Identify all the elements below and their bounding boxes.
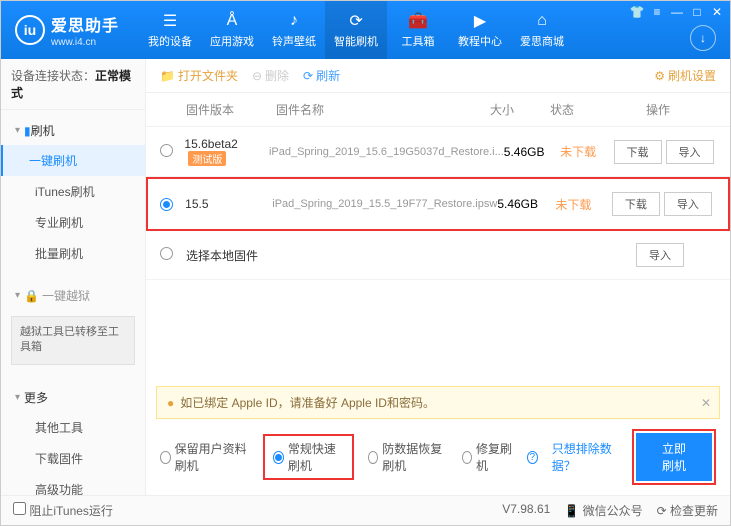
top-nav: ☰我的设备 Å应用游戏 ♪铃声壁纸 ⟳智能刷机 🧰工具箱 ▶教程中心 ⌂爱思商城: [139, 1, 573, 59]
brand-url: www.i4.cn: [51, 37, 119, 48]
nav-store[interactable]: ⌂爱思商城: [511, 1, 573, 59]
sidebar-more[interactable]: ▾更多: [1, 383, 145, 412]
download-button[interactable]: 下载: [614, 140, 662, 164]
refresh-button[interactable]: ⟳刷新: [303, 67, 340, 84]
sidebar-jailbreak[interactable]: ▾🔒一键越狱: [1, 281, 145, 310]
delete-button[interactable]: ⊖删除: [252, 67, 289, 84]
sidebar-other-tools[interactable]: 其他工具: [29, 412, 145, 443]
logo: iu 爱思助手 www.i4.cn: [1, 12, 119, 48]
migrate-notice: 越狱工具已转移至工具箱: [11, 316, 135, 365]
nav-ringtone[interactable]: ♪铃声壁纸: [263, 1, 325, 59]
radio[interactable]: [160, 144, 173, 157]
flash-settings-button[interactable]: ⚙刷机设置: [654, 67, 716, 84]
flash-options: 保留用户资料刷机 常规快速刷机 防数据恢复刷机 修复刷机 ? 只想排除数据？ 立…: [146, 419, 730, 495]
import-button[interactable]: 导入: [664, 192, 712, 216]
sidebar-one-click-flash[interactable]: 一键刷机: [1, 145, 145, 176]
mode-keep-data[interactable]: 保留用户资料刷机: [160, 440, 249, 474]
mode-anti-recovery[interactable]: 防数据恢复刷机: [368, 440, 448, 474]
close-icon[interactable]: ✕: [710, 5, 724, 19]
exclude-data-link[interactable]: 只想排除数据？: [552, 440, 618, 474]
open-folder-button[interactable]: 📁打开文件夹: [160, 67, 238, 84]
firmware-row-selected[interactable]: 15.5 iPad_Spring_2019_15.5_19F77_Restore…: [146, 177, 730, 231]
toolbar: 📁打开文件夹 ⊖删除 ⟳刷新 ⚙刷机设置: [146, 59, 730, 93]
sidebar-download-fw[interactable]: 下载固件: [29, 443, 145, 474]
minimize-icon[interactable]: —: [670, 5, 684, 19]
nav-apps[interactable]: Å应用游戏: [201, 1, 263, 59]
import-button[interactable]: 导入: [666, 140, 714, 164]
warning-bar: ● 如已绑定 Apple ID，请准备好 Apple ID和密码。 ✕: [156, 386, 720, 419]
mode-normal-fast[interactable]: 常规快速刷机: [263, 434, 353, 480]
download-circle-icon[interactable]: ↓: [690, 25, 716, 51]
close-warning-icon[interactable]: ✕: [701, 396, 711, 410]
wechat-link[interactable]: 📱 微信公众号: [564, 502, 642, 519]
help-icon[interactable]: ?: [527, 451, 538, 464]
main-panel: 📁打开文件夹 ⊖删除 ⟳刷新 ⚙刷机设置 固件版本 固件名称 大小 状态 操作 …: [146, 59, 730, 495]
sidebar-itunes-flash[interactable]: iTunes刷机: [29, 176, 145, 207]
refresh-icon: ⟳: [303, 69, 313, 83]
menu-icon[interactable]: ≡: [650, 5, 664, 19]
sidebar-flash[interactable]: ▾▮ 刷机: [1, 116, 145, 145]
table-header: 固件版本 固件名称 大小 状态 操作: [146, 93, 730, 127]
sidebar-pro-flash[interactable]: 专业刷机: [29, 207, 145, 238]
app-header: iu 爱思助手 www.i4.cn ☰我的设备 Å应用游戏 ♪铃声壁纸 ⟳智能刷…: [1, 1, 730, 59]
folder-icon: 📁: [160, 69, 175, 83]
maximize-icon[interactable]: □: [690, 5, 704, 19]
skin-icon[interactable]: 👕: [630, 5, 644, 19]
window-controls: 👕 ≡ — □ ✕: [630, 5, 724, 19]
mode-repair[interactable]: 修复刷机: [462, 440, 513, 474]
logo-icon: iu: [15, 15, 45, 45]
nav-flash[interactable]: ⟳智能刷机: [325, 1, 387, 59]
footer: 阻止iTunes运行 V7.98.61 📱 微信公众号 ⟳ 检查更新: [1, 495, 730, 525]
nav-toolbox[interactable]: 🧰工具箱: [387, 1, 449, 59]
nav-tutorial[interactable]: ▶教程中心: [449, 1, 511, 59]
brand-name: 爱思助手: [51, 12, 119, 36]
sidebar-advanced[interactable]: 高级功能: [29, 474, 145, 495]
version-label: V7.98.61: [502, 502, 550, 519]
radio[interactable]: [160, 247, 173, 260]
local-firmware-row[interactable]: 选择本地固件 导入: [146, 231, 730, 280]
sidebar-batch-flash[interactable]: 批量刷机: [29, 238, 145, 269]
delete-icon: ⊖: [252, 69, 262, 83]
radio[interactable]: [160, 198, 173, 211]
firmware-row[interactable]: 15.6beta2测试版 iPad_Spring_2019_15.6_19G50…: [146, 127, 730, 177]
sidebar: 设备连接状态：正常模式 ▾▮ 刷机 一键刷机 iTunes刷机 专业刷机 批量刷…: [1, 59, 146, 495]
import-button[interactable]: 导入: [636, 243, 684, 267]
nav-my-device[interactable]: ☰我的设备: [139, 1, 201, 59]
warning-icon: ●: [167, 396, 174, 410]
connection-status: 设备连接状态：正常模式: [1, 59, 145, 110]
gear-icon: ⚙: [654, 69, 665, 83]
download-button[interactable]: 下载: [612, 192, 660, 216]
start-flash-button[interactable]: 立即刷机: [636, 433, 712, 481]
block-itunes[interactable]: 阻止iTunes运行: [13, 502, 113, 519]
check-update-link[interactable]: ⟳ 检查更新: [657, 502, 718, 519]
